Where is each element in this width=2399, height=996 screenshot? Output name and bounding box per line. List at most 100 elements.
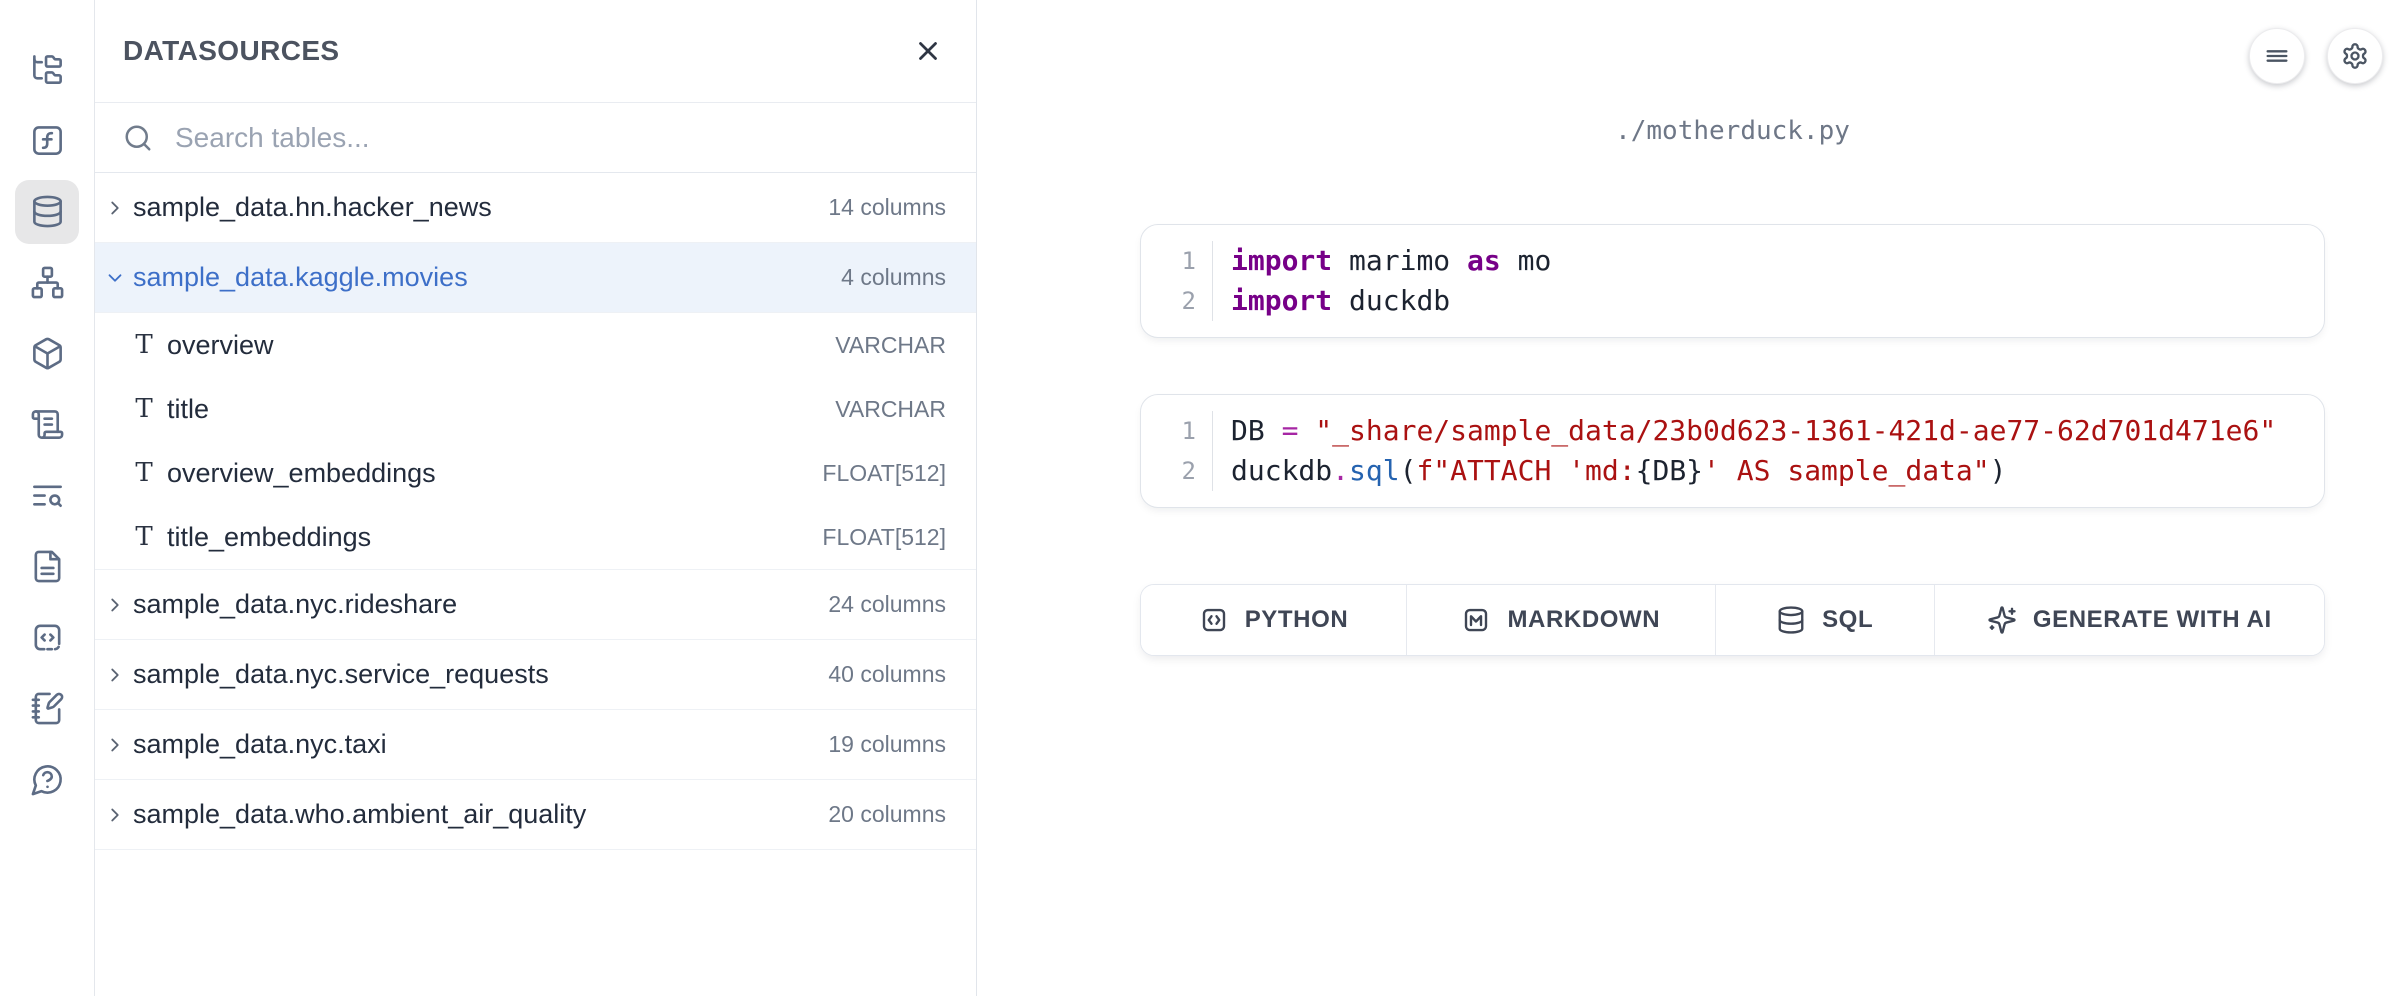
table-name: sample_data.nyc.rideshare: [133, 589, 457, 620]
text-search-icon: [30, 478, 65, 513]
chevron-right-icon: [103, 196, 127, 220]
code-line: import marimo as mo: [1231, 241, 2324, 281]
network-icon: [30, 265, 65, 300]
code-cell[interactable]: 12DB = "_share/sample_data/23b0d623-1361…: [1140, 394, 2325, 508]
rail-item-chip: [15, 535, 79, 599]
table-column-count: 19 columns: [828, 731, 946, 758]
table-row[interactable]: sample_data.nyc.taxi 19 columns: [95, 710, 976, 780]
chevron-right-icon: [104, 804, 126, 826]
notebook-pen-icon: [30, 691, 65, 726]
rail-item-chip: [15, 393, 79, 457]
rail-item-variables[interactable]: [0, 105, 95, 176]
rail-item-chip: [15, 109, 79, 173]
rail-item-chip: [15, 606, 79, 670]
add-cell-generate-with-ai-button[interactable]: GENERATE WITH AI: [1934, 585, 2324, 655]
rail-item-tracebacks[interactable]: [0, 460, 95, 531]
panel-title: DATASOURCES: [123, 35, 339, 67]
rail-item-chat[interactable]: [0, 744, 95, 815]
rail-item-scratchpad[interactable]: [0, 673, 95, 744]
rail-item-chip: [15, 180, 79, 244]
table-column-count: 40 columns: [828, 661, 946, 688]
table-row[interactable]: sample_data.hn.hacker_news14 columns: [95, 173, 976, 243]
icon-rail: [0, 0, 95, 996]
column-name: overview: [167, 330, 274, 361]
column-name: title: [167, 394, 209, 425]
chevron-right-icon: [103, 803, 127, 827]
code-line: import duckdb: [1231, 281, 2324, 321]
tables-list: sample_data.hn.hacker_news14 columnssamp…: [95, 173, 976, 850]
code-editor[interactable]: DB = "_share/sample_data/23b0d623-1361-4…: [1213, 411, 2324, 491]
rail-item-datasources[interactable]: [0, 176, 95, 247]
rail-item-documentation[interactable]: [0, 531, 95, 602]
chevron-down-icon: [104, 267, 126, 289]
column-row[interactable]: TtitleVARCHAR: [95, 377, 976, 441]
text-type-icon: T: [131, 522, 157, 552]
table-name: sample_data.kaggle.movies: [133, 262, 468, 293]
table-row[interactable]: sample_data.kaggle.movies 4 columns: [95, 243, 976, 313]
column-row[interactable]: ToverviewVARCHAR: [95, 313, 976, 377]
cells-container: 12import marimo as moimport duckdb12DB =…: [1140, 224, 2325, 508]
column-row[interactable]: Toverview_embeddingsFLOAT[512]: [95, 441, 976, 505]
table-row[interactable]: sample_data.who.ambient_air_quality 20 co…: [95, 780, 976, 850]
datasources-panel: DATASOURCES sample_data.hn.hacker_news14…: [95, 0, 977, 996]
rail-item-chip: [15, 38, 79, 102]
notebook-area: ./motherduck.py 12import marimo as moimp…: [977, 0, 2399, 996]
table-column-count: 24 columns: [828, 591, 946, 618]
table-name: sample_data.nyc.service_requests: [133, 659, 549, 690]
chevron-right-icon: [103, 663, 127, 687]
add-cell-button-label: PYTHON: [1245, 606, 1349, 634]
table-name: sample_data.who.ambient_air_quality: [133, 799, 586, 830]
table-row[interactable]: sample_data.nyc.service_requests 40 colum…: [95, 640, 976, 710]
line-number-gutter: 12: [1141, 241, 1213, 321]
rail-item-snippets[interactable]: [0, 602, 95, 673]
column-type: FLOAT[512]: [822, 524, 946, 551]
function-square-icon: [30, 123, 65, 158]
code-editor[interactable]: import marimo as moimport duckdb: [1213, 241, 2324, 321]
add-cell-python-button[interactable]: PYTHON: [1141, 585, 1406, 655]
code-cell[interactable]: 12import marimo as moimport duckdb: [1140, 224, 2325, 338]
markdown-square-icon: [1461, 605, 1491, 635]
folder-tree-icon: [30, 52, 65, 87]
table-column-count: 20 columns: [828, 801, 946, 828]
text-type-icon: T: [131, 394, 157, 424]
column-type: FLOAT[512]: [822, 460, 946, 487]
rail-item-chip: [15, 677, 79, 741]
sparkles-icon: [1987, 605, 2017, 635]
rail-item-files[interactable]: [0, 34, 95, 105]
search-icon: [123, 123, 153, 153]
close-panel-button[interactable]: [906, 29, 950, 73]
column-name: title_embeddings: [167, 522, 371, 553]
add-cell-button-label: SQL: [1822, 606, 1873, 634]
chevron-right-icon: [104, 594, 126, 616]
column-row[interactable]: Ttitle_embeddings FLOAT[512]: [95, 505, 976, 569]
table-column-count: 4 columns: [841, 264, 946, 291]
add-cell-sql-button[interactable]: SQL: [1715, 585, 1934, 655]
database-icon: [30, 194, 65, 229]
scroll-icon: [30, 407, 65, 442]
gear-icon: [2341, 42, 2369, 70]
chevron-right-icon: [103, 593, 127, 617]
add-cell-bar: PYTHON MARKDOWN SQL GENERATE WITH AI: [1140, 584, 2325, 656]
rail-item-chip: [15, 322, 79, 386]
rail-item-dependencies[interactable]: [0, 247, 95, 318]
settings-button[interactable]: [2327, 28, 2383, 84]
chevron-right-icon: [104, 664, 126, 686]
table-name: sample_data.nyc.taxi: [133, 729, 387, 760]
column-type: VARCHAR: [835, 332, 946, 359]
code-brackets-square-icon: [1199, 605, 1229, 635]
file-text-icon: [30, 549, 65, 584]
add-cell-button-label: MARKDOWN: [1507, 606, 1660, 634]
rail-item-packages[interactable]: [0, 318, 95, 389]
code-square-icon: [30, 620, 65, 655]
rail-item-logs[interactable]: [0, 389, 95, 460]
search-tables-input[interactable]: [175, 122, 948, 154]
package-icon: [30, 336, 65, 371]
search-row: [95, 103, 976, 173]
table-column-count: 14 columns: [828, 194, 946, 221]
table-row[interactable]: sample_data.nyc.rideshare 24 columns: [95, 570, 976, 640]
close-icon: [913, 36, 943, 66]
database-icon: [1776, 605, 1806, 635]
add-cell-markdown-button[interactable]: MARKDOWN: [1406, 585, 1715, 655]
datasources-panel-header: DATASOURCES: [95, 0, 976, 103]
chevron-right-icon: [104, 734, 126, 756]
